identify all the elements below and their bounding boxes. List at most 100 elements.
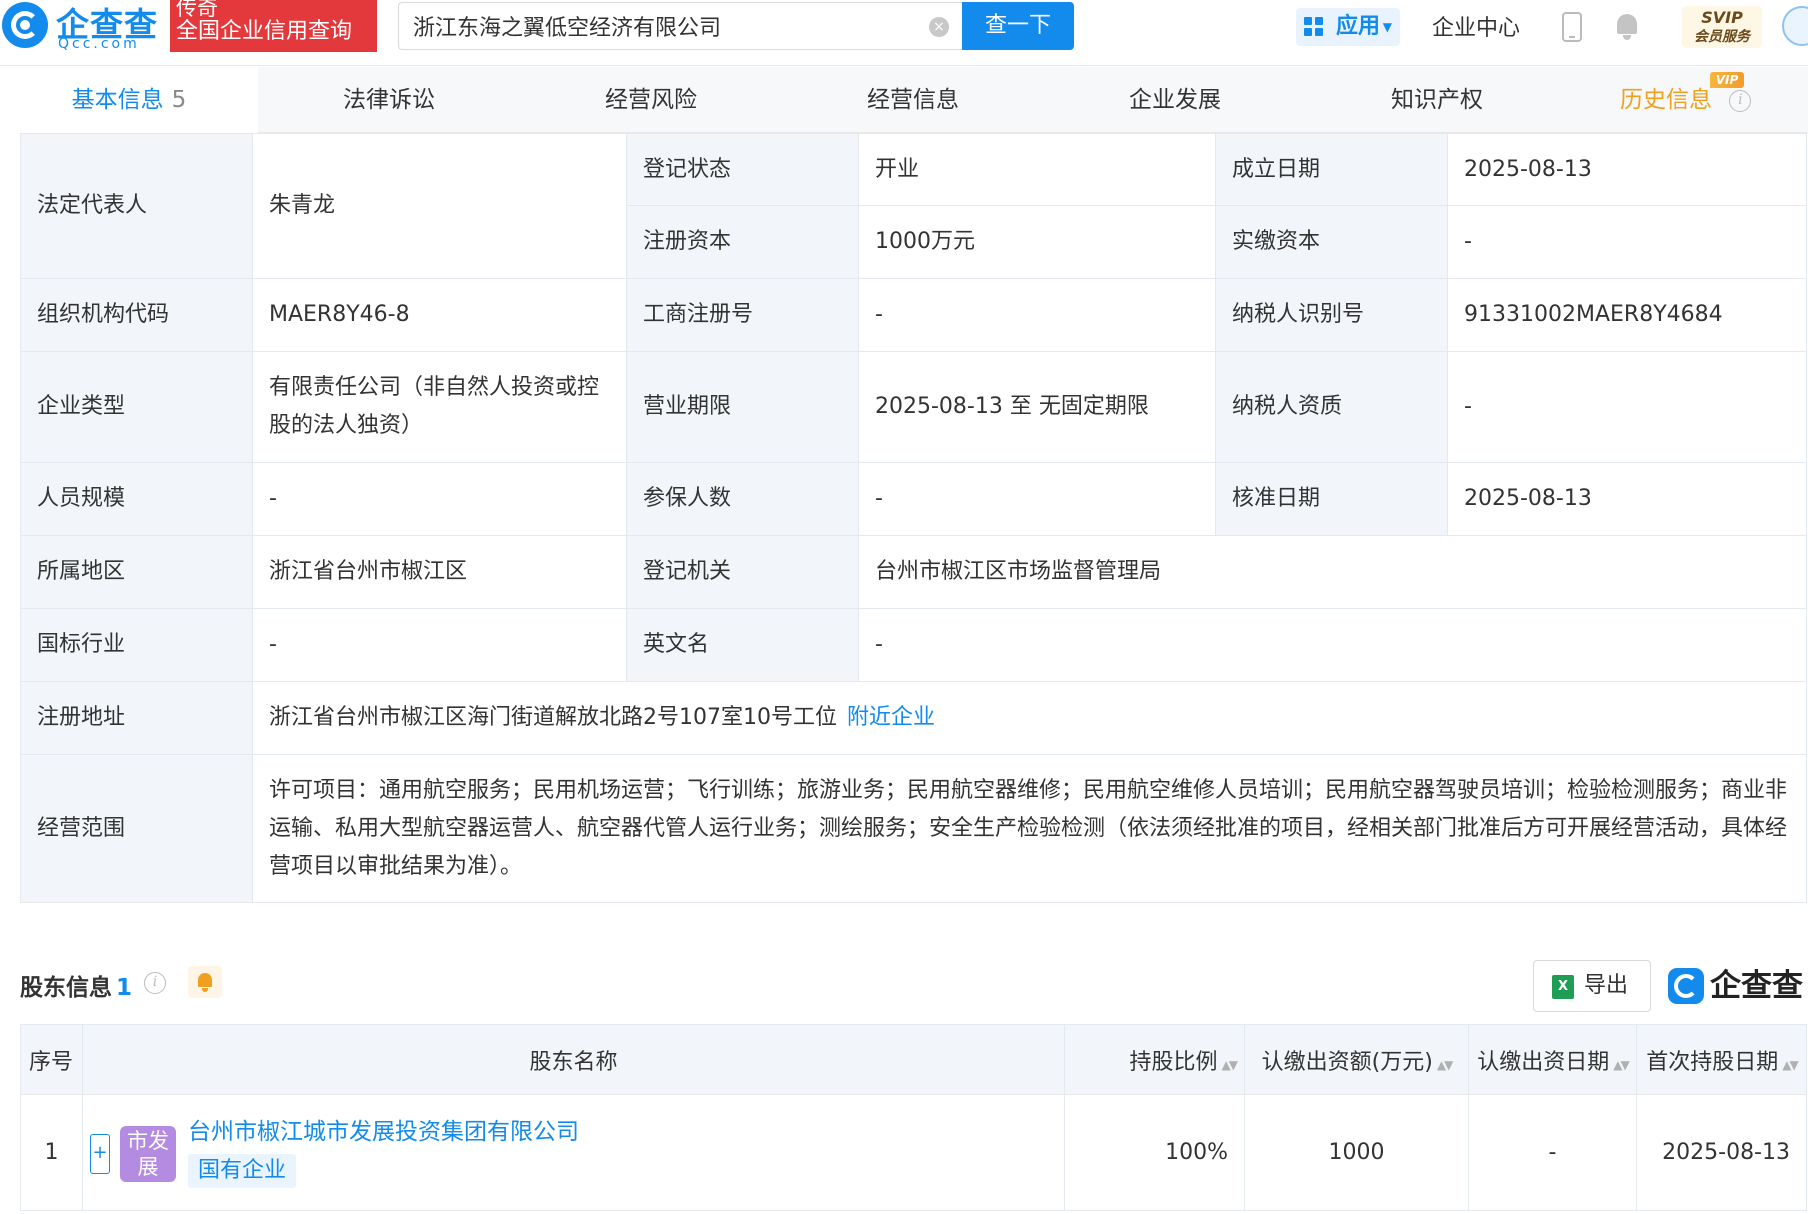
svip-sublabel: 会员服务 xyxy=(1694,29,1750,45)
export-button[interactable]: X 导出 xyxy=(1533,960,1651,1012)
taxpayer-id-label: 纳税人识别号 xyxy=(1215,278,1448,352)
expand-button[interactable]: + xyxy=(90,1134,110,1174)
address-label: 注册地址 xyxy=(20,681,253,755)
address-value: 浙江省台州市椒江区海门街道解放北路2号107室10号工位 xyxy=(269,705,837,730)
shareholder-name-link[interactable]: 台州市椒江城市发展投资集团有限公司 xyxy=(188,1112,579,1146)
reg-authority-label: 登记机关 xyxy=(626,535,859,609)
approve-date-value: 2025-08-13 xyxy=(1447,462,1807,536)
mobile-phone-icon[interactable] xyxy=(1562,12,1582,42)
shareholders-title-text: 股东信息 xyxy=(20,975,112,1001)
col-ratio-label: 持股比例 xyxy=(1129,1049,1218,1075)
clear-icon[interactable]: × xyxy=(929,17,949,37)
qcc-logo-icon xyxy=(2,2,48,48)
org-code-label: 组织机构代码 xyxy=(20,278,253,352)
state-owned-tag[interactable]: 国有企业 xyxy=(188,1154,297,1188)
industry-value: - xyxy=(252,608,627,682)
tab-label: 历史信息 xyxy=(1620,87,1712,113)
sort-icon: ▲▼ xyxy=(1782,1057,1799,1072)
taxpayer-id-value: 91331002MAER8Y4684 xyxy=(1447,278,1807,352)
tab-enterprise-development[interactable]: 企业发展 xyxy=(1044,67,1306,133)
org-code-value: MAER8Y46-8 xyxy=(252,278,627,352)
search-input[interactable] xyxy=(413,3,913,49)
reg-status-label: 登记状态 xyxy=(626,133,859,206)
search-box: × xyxy=(398,2,963,50)
col-subscribed-date[interactable]: 认缴出资日期 ▲▼ xyxy=(1468,1024,1637,1095)
scope-label: 经营范围 xyxy=(20,754,253,903)
basic-info-table: 法定代表人 朱青龙 登记状态 开业 成立日期 2025-08-13 注册资本 1… xyxy=(20,133,1807,903)
tab-intellectual-property[interactable]: 知识产权 xyxy=(1306,67,1568,133)
tab-basic-info[interactable]: 基本信息 5 xyxy=(0,67,258,133)
qcc-brand-text: 企查查 xyxy=(1710,968,1803,1004)
approve-date-label: 核准日期 xyxy=(1215,462,1448,536)
col-first-hold-date[interactable]: 首次持股日期 ▲▼ xyxy=(1636,1024,1807,1095)
enterprise-center-link[interactable]: 企业中心 xyxy=(1432,10,1520,42)
qcc-brand-mark: 企查查 xyxy=(1666,964,1806,1008)
scope-value: 许可项目：通用航空服务；民用机场运营；飞行训练；旅游业务；民用航空器维修；民用航… xyxy=(252,754,1807,903)
tab-label: 基本信息 xyxy=(71,87,164,113)
reg-authority-value: 台州市椒江区市场监督管理局 xyxy=(858,535,1807,609)
row-subscribed-date: - xyxy=(1468,1094,1637,1211)
svip-member-button[interactable]: SVIP 会员服务 xyxy=(1682,6,1762,48)
paid-capital-label: 实缴资本 xyxy=(1215,205,1448,279)
taxpayer-qual-label: 纳税人资质 xyxy=(1215,351,1448,463)
info-icon[interactable]: i xyxy=(144,972,166,994)
col-subscribed-date-label: 认缴出资日期 xyxy=(1477,1049,1610,1075)
found-date-value: 2025-08-13 xyxy=(1447,133,1807,206)
tab-business-risk[interactable]: 经营风险 xyxy=(520,67,782,133)
promo-line-1: 传奇 xyxy=(176,0,218,20)
reg-status-value: 开业 xyxy=(858,133,1216,206)
ent-type-label: 企业类型 xyxy=(20,351,253,463)
col-shareholder-name: 股东名称 xyxy=(82,1024,1065,1095)
logo-subtext: Qcc.com xyxy=(58,36,140,52)
col-subscribed-label: 认缴出资额(万元) xyxy=(1261,1049,1433,1075)
svip-label: SVIP xyxy=(1701,8,1743,27)
table-header-row: 序号 股东名称 持股比例 ▲▼ 认缴出资额(万元) ▲▼ 认缴出资日期 ▲▼ 首次持股… xyxy=(20,1024,1807,1095)
col-first-hold-date-label: 首次持股日期 xyxy=(1646,1049,1779,1075)
biz-reg-no-value: - xyxy=(858,278,1216,352)
shareholders-title: 股东信息 1 xyxy=(20,968,132,1002)
col-index: 序号 xyxy=(20,1024,83,1095)
info-icon[interactable]: i xyxy=(1729,89,1752,112)
english-name-label: 英文名 xyxy=(626,608,859,682)
tab-legal-litigation[interactable]: 法律诉讼 xyxy=(258,67,520,133)
row-index: 1 xyxy=(20,1094,83,1211)
notification-bell-icon[interactable] xyxy=(1614,12,1640,40)
row-subscribed: 1000 xyxy=(1244,1094,1469,1211)
sort-icon: ▲▼ xyxy=(1221,1057,1239,1072)
insured-value: - xyxy=(858,462,1216,536)
staff-size-label: 人员规模 xyxy=(20,462,253,536)
apps-menu-button[interactable]: 应用 ▼ xyxy=(1296,8,1400,46)
row-ratio: 100% xyxy=(1064,1094,1245,1211)
chevron-down-icon: ▼ xyxy=(1382,20,1392,34)
grid-icon xyxy=(1304,17,1324,37)
apps-label: 应用 xyxy=(1336,14,1381,39)
address-cell: 浙江省台州市椒江区海门街道解放北路2号107室10号工位 附近企业 xyxy=(252,681,1807,755)
section-tabs: 基本信息 5 法律诉讼 经营风险 经营信息 企业发展 知识产权 历史信息 i VI… xyxy=(0,67,1808,133)
biz-term-label: 营业期限 xyxy=(626,351,859,463)
english-name-value: - xyxy=(858,608,1807,682)
found-date-label: 成立日期 xyxy=(1215,133,1448,206)
staff-size-value: - xyxy=(252,462,627,536)
shareholder-logo: 市发展 xyxy=(120,1126,176,1182)
paid-capital-value: - xyxy=(1447,205,1807,279)
search-button[interactable]: 查一下 xyxy=(962,2,1074,50)
legal-rep-label: 法定代表人 xyxy=(20,133,253,279)
monitor-bell-icon[interactable] xyxy=(188,966,222,998)
biz-reg-no-label: 工商注册号 xyxy=(626,278,859,352)
col-ratio[interactable]: 持股比例 ▲▼ xyxy=(1064,1024,1245,1095)
reg-capital-label: 注册资本 xyxy=(626,205,859,279)
col-subscribed[interactable]: 认缴出资额(万元) ▲▼ xyxy=(1244,1024,1469,1095)
qcc-logo[interactable]: 企查查 Qcc.com xyxy=(0,0,170,54)
tab-business-info[interactable]: 经营信息 xyxy=(782,67,1044,133)
nearby-companies-link[interactable]: 附近企业 xyxy=(847,705,935,730)
sort-icon: ▲▼ xyxy=(1613,1057,1630,1072)
vip-badge: VIP xyxy=(1710,72,1744,88)
legal-rep-value[interactable]: 朱青龙 xyxy=(252,133,627,279)
biz-term-value: 2025-08-13 至 无固定期限 xyxy=(858,351,1216,463)
region-value: 浙江省台州市椒江区 xyxy=(252,535,627,609)
user-avatar[interactable] xyxy=(1782,6,1808,46)
promo-banner[interactable]: 传奇 全国企业信用查询 xyxy=(170,0,377,52)
shareholders-count: 1 xyxy=(116,975,133,1001)
region-label: 所属地区 xyxy=(20,535,253,609)
promo-line-2: 全国企业信用查询 xyxy=(176,19,353,44)
